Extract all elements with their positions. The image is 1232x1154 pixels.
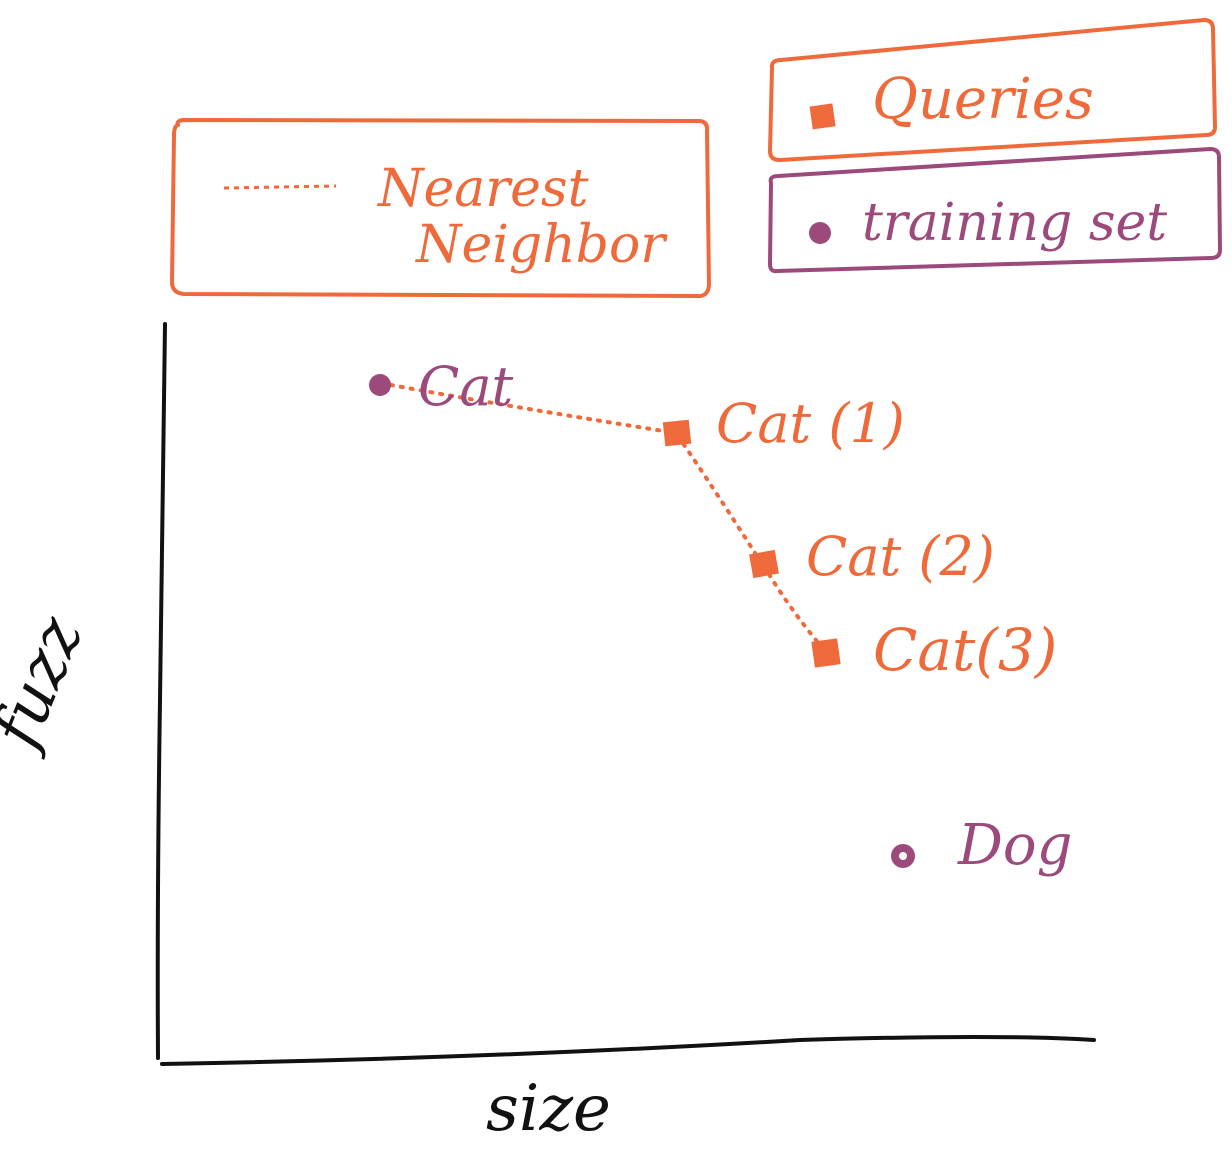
- training-label: Dog: [957, 813, 1072, 878]
- legend-circle-marker-symbol: [809, 222, 831, 244]
- query-points: Cat (1) Cat (2) Cat(3): [662, 392, 1057, 684]
- legend-queries: Queries: [768, 18, 1217, 162]
- legend-neighbor-label: Neighbor: [414, 215, 668, 275]
- query-point-cat-1: Cat (1): [662, 392, 905, 455]
- training-marker-center: [899, 852, 907, 860]
- query-point-cat-2: Cat (2): [749, 525, 995, 588]
- legend-queries-label: Queries: [872, 67, 1094, 132]
- training-point-cat: Cat: [369, 355, 514, 418]
- legend-dotted-line-symbol: [223, 184, 337, 190]
- training-label: Cat: [418, 355, 514, 418]
- query-marker: [811, 638, 841, 668]
- query-marker: [662, 419, 692, 447]
- axes: size fuzz: [0, 322, 1096, 1146]
- query-label: Cat (2): [806, 525, 995, 588]
- legend-training-set: training set: [768, 147, 1222, 274]
- legend-nearest-neighbor: Nearest Neighbor: [170, 118, 711, 299]
- nearest-neighbor-diagram: Nearest Neighbor Queries training set si…: [0, 0, 1232, 1154]
- x-axis-label: size: [486, 1072, 611, 1146]
- query-label: Cat(3): [873, 616, 1057, 684]
- query-label: Cat (1): [716, 392, 905, 455]
- legend-training-label: training set: [862, 193, 1167, 253]
- y-axis-label: fuzz: [0, 606, 98, 761]
- training-point-dog: Dog: [891, 813, 1072, 878]
- legend-square-marker-symbol: [809, 103, 836, 130]
- training-marker: [369, 374, 391, 396]
- diagram-canvas: Nearest Neighbor Queries training set si…: [0, 18, 1222, 1146]
- x-axis-line: [160, 1035, 1096, 1066]
- query-point-cat-3: Cat(3): [811, 616, 1057, 684]
- nn-link-cat2-to-cat1: [676, 434, 764, 566]
- y-axis-line: [155, 322, 167, 1060]
- query-marker: [749, 549, 779, 579]
- legend-nearest-label: Nearest: [376, 159, 589, 219]
